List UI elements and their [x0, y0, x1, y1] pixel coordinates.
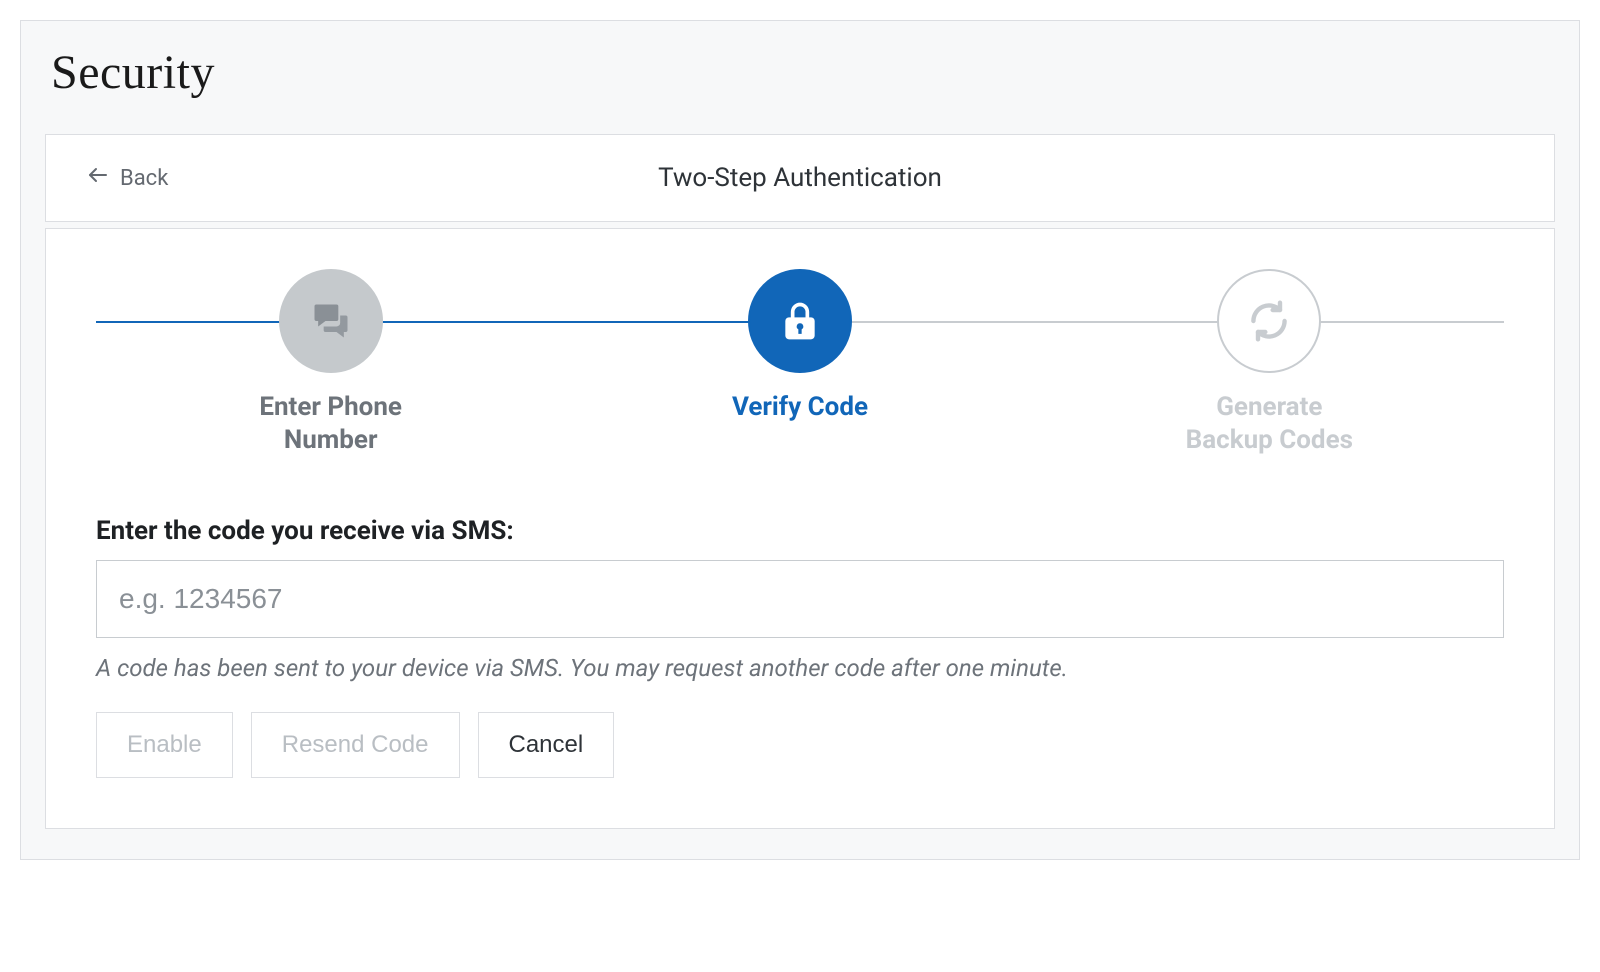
step-backup-codes: Generate Backup Codes — [1035, 269, 1504, 456]
wizard-steps: Enter Phone Number Verify Code — [96, 269, 1504, 456]
step-verify-code: Verify Code — [565, 269, 1034, 456]
code-hint: A code has been sent to your device via … — [96, 654, 1504, 682]
chat-icon — [279, 269, 383, 373]
security-panel: Security Back Two-Step Authentication — [20, 20, 1580, 860]
code-input-label: Enter the code you receive via SMS: — [96, 516, 1504, 546]
page-title: Security — [45, 25, 1555, 128]
action-row: Enable Resend Code Cancel — [96, 712, 1504, 778]
back-label: Back — [120, 166, 168, 191]
step-label: Enter Phone Number — [96, 391, 565, 456]
card-title: Two-Step Authentication — [658, 163, 942, 193]
refresh-icon — [1217, 269, 1321, 373]
step-label: Generate Backup Codes — [1035, 391, 1504, 456]
code-input[interactable] — [96, 560, 1504, 638]
cancel-button[interactable]: Cancel — [478, 712, 615, 778]
step-label: Verify Code — [565, 391, 1034, 424]
arrow-left-icon — [86, 163, 110, 193]
back-button[interactable]: Back — [86, 163, 168, 193]
auth-wizard-card: Enter Phone Number Verify Code — [45, 228, 1555, 829]
resend-code-button[interactable]: Resend Code — [251, 712, 460, 778]
enable-button[interactable]: Enable — [96, 712, 233, 778]
lock-icon — [748, 269, 852, 373]
auth-header-card: Back Two-Step Authentication — [45, 134, 1555, 222]
step-enter-phone: Enter Phone Number — [96, 269, 565, 456]
